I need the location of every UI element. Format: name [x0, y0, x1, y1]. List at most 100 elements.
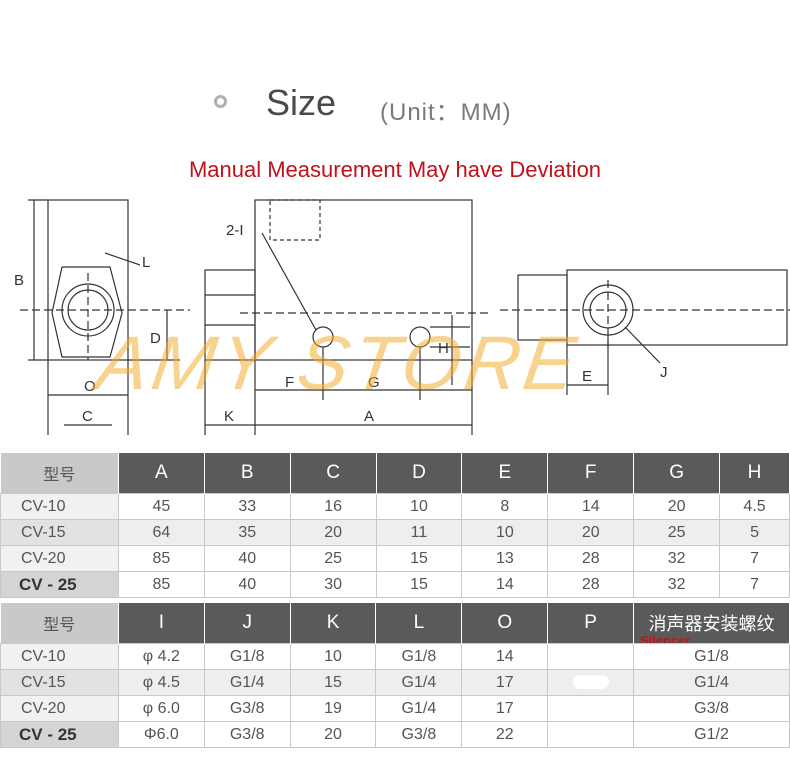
dim-a-label: A — [364, 408, 374, 425]
dim-l-label: L — [142, 254, 150, 271]
value-cell: G3/8 — [203, 695, 291, 722]
silencer-thread-header: 消声器安装螺纹 Silencer — [633, 603, 790, 644]
column-header-j: J — [204, 603, 291, 644]
unit-note: (Unit：MM) — [380, 99, 512, 126]
column-header-l: L — [375, 603, 463, 644]
value-cell: 14 — [461, 571, 549, 598]
value-cell: 33 — [203, 493, 291, 520]
value-cell: 15 — [289, 669, 377, 696]
value-cell: φ 6.0 — [117, 695, 205, 722]
value-cell: φ 4.5 — [117, 669, 205, 696]
value-cell: G3/8 — [633, 695, 790, 722]
model-cell: CV-20 — [0, 545, 119, 572]
value-cell: 11 — [375, 519, 463, 546]
column-header-g: G — [633, 453, 721, 494]
column-header-i: I — [118, 603, 205, 644]
table-row: CV - 25 85 40 30 15 14 28 32 7 — [0, 571, 790, 598]
column-header-e: E — [461, 453, 549, 494]
spec-table-dimensions: 型号 A B C D E F G H CV-10 45 33 16 10 8 1… — [0, 453, 790, 598]
measurement-warning: Manual Measurement May have Deviation — [188, 157, 602, 182]
value-cell: G1/8 — [375, 643, 463, 670]
silencer-header-cn: 消声器安装螺纹 — [648, 614, 775, 634]
column-header-b: B — [204, 453, 291, 494]
value-cell: 15 — [375, 571, 463, 598]
table-row: CV-15 φ 4.5 G1/4 15 G1/4 17 G1/4 — [0, 669, 790, 696]
size-title: Size — [266, 82, 337, 123]
blank-mark — [572, 649, 609, 664]
value-cell: 85 — [117, 545, 205, 572]
table-header-row: 型号 I J K L O P 消声器安装螺纹 Silencer — [0, 603, 790, 644]
value-cell: φ 4.2 — [117, 643, 205, 670]
value-cell: 32 — [633, 571, 721, 598]
value-cell-blank — [547, 721, 635, 748]
value-cell: 10 — [289, 643, 377, 670]
value-cell: 85 — [117, 571, 205, 598]
value-cell: G3/8 — [375, 721, 463, 748]
dim-k-label: K — [224, 408, 234, 425]
model-cell: CV-15 — [0, 669, 119, 696]
value-cell: 4.5 — [719, 493, 790, 520]
size-header: Size (Unit：MM) — [0, 80, 790, 130]
model-cell: CV-10 — [0, 643, 119, 670]
table-row: CV-20 φ 6.0 G3/8 19 G1/4 17 G3/8 — [0, 695, 790, 722]
value-cell: 17 — [461, 669, 549, 696]
dim-j-label: J — [660, 364, 668, 381]
value-cell: 13 — [461, 545, 549, 572]
model-column-header: 型号 — [0, 603, 119, 644]
value-cell: 20 — [547, 519, 635, 546]
value-cell: 10 — [375, 493, 463, 520]
dim-e-label: E — [582, 368, 592, 385]
value-cell-blank — [547, 669, 635, 696]
store-watermark: AMY STORE — [92, 321, 585, 406]
technical-drawing: B L D O C 2-I F G H K A E J — [0, 185, 790, 450]
table-row: CV-15 64 35 20 11 10 20 25 5 — [0, 519, 790, 546]
value-cell: 5 — [719, 519, 790, 546]
column-header-h: H — [719, 453, 790, 494]
value-cell: G1/4 — [375, 669, 463, 696]
model-cell: CV - 25 — [0, 571, 119, 598]
column-header-f: F — [547, 453, 635, 494]
table-row: CV-10 45 33 16 10 8 14 20 4.5 — [0, 493, 790, 520]
value-cell: 7 — [719, 545, 790, 572]
value-cell: 64 — [117, 519, 205, 546]
dim-b-label: B — [14, 272, 24, 289]
blank-mark — [572, 675, 609, 690]
value-cell: 20 — [633, 493, 721, 520]
value-cell: 17 — [461, 695, 549, 722]
value-cell: 8 — [461, 493, 549, 520]
column-header-k: K — [290, 603, 377, 644]
value-cell: G1/4 — [633, 669, 790, 696]
value-cell: G3/8 — [203, 721, 291, 748]
column-header-d: D — [376, 453, 463, 494]
column-header-o: O — [461, 603, 549, 644]
value-cell: 14 — [461, 643, 549, 670]
value-cell: 45 — [117, 493, 205, 520]
value-cell: G1/8 — [203, 643, 291, 670]
value-cell: G1/8 — [633, 643, 790, 670]
value-cell: 22 — [461, 721, 549, 748]
model-cell: CV-15 — [0, 519, 119, 546]
table-header-row: 型号 A B C D E F G H — [0, 453, 790, 494]
value-cell: G1/4 — [375, 695, 463, 722]
table-row: CV - 25 Φ6.0 G3/8 20 G3/8 22 G1/2 — [0, 721, 790, 748]
table-row: CV-20 85 40 25 15 13 28 32 7 — [0, 545, 790, 572]
blank-mark — [572, 701, 609, 716]
value-cell: 28 — [547, 571, 635, 598]
value-cell: 25 — [289, 545, 377, 572]
table-row: CV-10 φ 4.2 G1/8 10 G1/8 14 G1/8 — [0, 643, 790, 670]
value-cell: 19 — [289, 695, 377, 722]
value-cell: Φ6.0 — [117, 721, 205, 748]
value-cell: 25 — [633, 519, 721, 546]
value-cell: 20 — [289, 519, 377, 546]
value-cell-blank — [547, 643, 635, 670]
value-cell: 35 — [203, 519, 291, 546]
value-cell: 40 — [203, 571, 291, 598]
dim-2i-label: 2-I — [226, 222, 244, 239]
silencer-header-en: Silencer — [640, 633, 691, 644]
value-cell: 28 — [547, 545, 635, 572]
value-cell: 10 — [461, 519, 549, 546]
value-cell: 14 — [547, 493, 635, 520]
spec-table-ports: 型号 I J K L O P 消声器安装螺纹 Silencer CV-10 φ … — [0, 603, 790, 748]
value-cell: 15 — [375, 545, 463, 572]
dimension-drawing: B L D O C 2-I F G H K A E J — [14, 199, 790, 435]
